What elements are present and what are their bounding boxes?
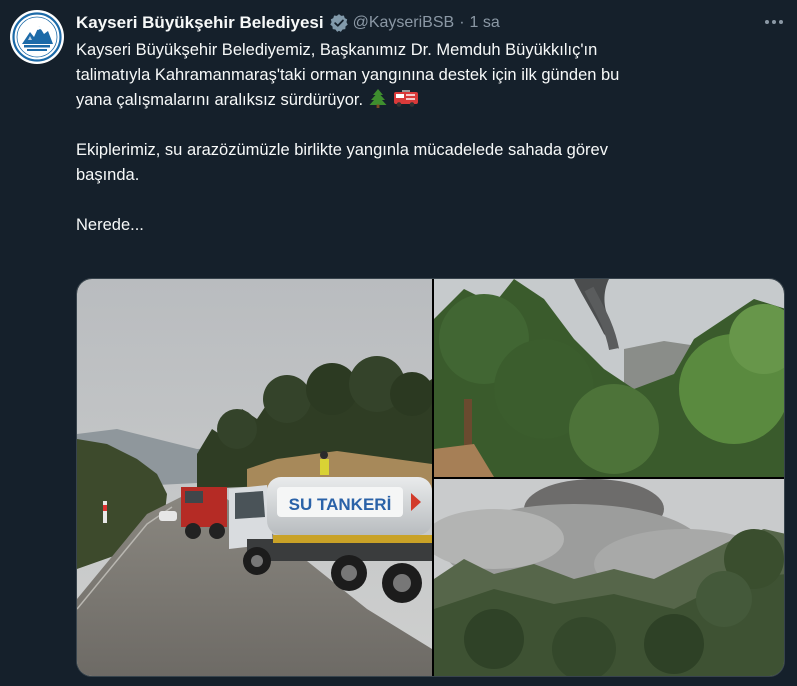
tweet-line: Ekiplerimiz, su arazözümüzle birlikte ya… <box>76 141 608 159</box>
verified-badge-icon[interactable] <box>329 13 349 33</box>
tweet-line: Nerede... <box>76 216 144 234</box>
forest-fire-smoke-photo[interactable] <box>434 479 784 676</box>
water-tanker-truck-photo[interactable]: SU TANKERİ <box>77 279 432 676</box>
tweet-line-text: yana çalışmalarını aralıksız sürdürüyor. <box>76 91 364 109</box>
tweet-paragraph-3: Nerede... <box>76 213 776 238</box>
display-name[interactable]: Kayseri Büyükşehir Belediyesi <box>76 13 324 33</box>
media-grid: SU TANKERİ <box>76 278 785 677</box>
avatar[interactable] <box>10 10 64 64</box>
tweet-time[interactable]: 1 sa <box>470 14 500 32</box>
account-handle[interactable]: @KayseriBSB <box>353 14 455 32</box>
forest-smoke-photo[interactable] <box>434 279 784 477</box>
tweet-paragraph-2: Ekiplerimiz, su arazözümüzle birlikte ya… <box>76 138 776 188</box>
fire-engine-emoji-icon <box>393 88 419 108</box>
separator-dot: · <box>459 14 465 31</box>
tweet-line: talimatıyla Kahramanmaraş'taki orman yan… <box>76 66 620 84</box>
tweet-line-with-emoji: yana çalışmalarını aralıksız sürdürüyor. <box>76 88 776 113</box>
evergreen-tree-emoji-icon <box>367 88 389 108</box>
tweet-text: Kayseri Büyükşehir Belediyemiz, Başkanım… <box>76 38 776 238</box>
tweet-line: başında. <box>76 166 140 184</box>
tweet-paragraph-1: Kayseri Büyükşehir Belediyemiz, Başkanım… <box>76 38 776 113</box>
kayseri-municipality-logo-icon <box>11 11 63 63</box>
tweet-header: Kayseri Büyükşehir Belediyesi @KayseriBS… <box>76 11 500 35</box>
more-options-icon[interactable] <box>763 12 785 32</box>
tweet-line: Kayseri Büyükşehir Belediyemiz, Başkanım… <box>76 41 598 59</box>
truck-label: SU TANKERİ <box>289 495 392 514</box>
tweet[interactable]: Kayseri Büyükşehir Belediyesi @KayseriBS… <box>0 0 797 686</box>
